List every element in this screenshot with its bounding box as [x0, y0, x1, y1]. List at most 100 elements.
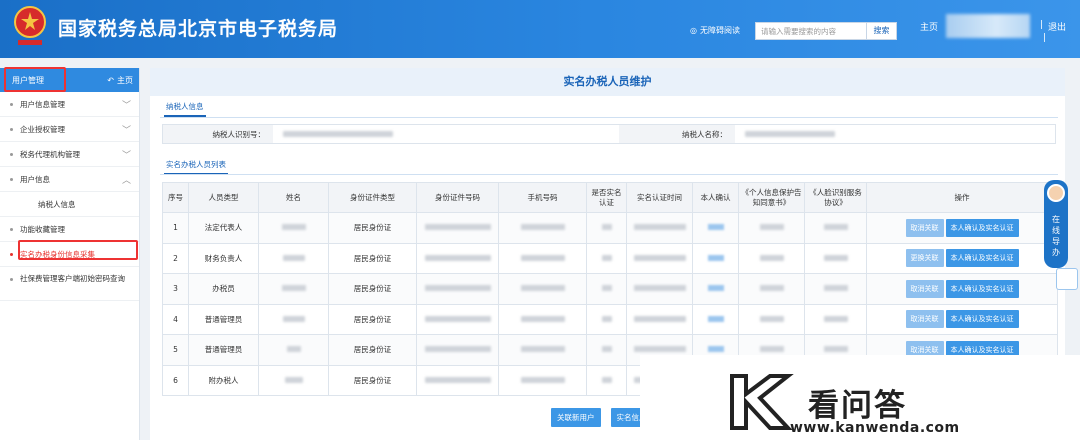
- cell-verified: [586, 273, 627, 305]
- confirm-realname-button[interactable]: 本人确认及实名认证: [945, 218, 1019, 237]
- chevron-down-icon: ﹀: [121, 151, 131, 161]
- cell-id-type: 居民身份证: [328, 334, 417, 366]
- cell-id-number: [416, 334, 499, 366]
- col-header: 操作: [866, 182, 1058, 213]
- unlink-button[interactable]: 取消关联: [905, 218, 944, 237]
- sidebar-item-user-info-mgmt[interactable]: 用户信息管理 ﹀: [0, 92, 139, 117]
- table-header-row: 序号 人员类型 姓名 身份证件类型 身份证件号码 手机号码 是否实名认证 实名认…: [162, 182, 1058, 213]
- guide-avatar-icon: [1047, 184, 1065, 202]
- col-header: 身份证件号码: [416, 182, 499, 213]
- sidebar-item-favorites[interactable]: 功能收藏管理: [0, 217, 139, 242]
- cell-actions: 取消关联 本人确认及实名认证: [866, 273, 1058, 305]
- cell-type: 法定代表人: [188, 212, 259, 244]
- cell-name: [258, 334, 329, 366]
- tab-taxpayer-info[interactable]: 纳税人信息: [164, 98, 206, 117]
- sidebar-item-enterprise-auth[interactable]: 企业授权管理 ﹀: [0, 117, 139, 142]
- cell-face-agreement: [804, 242, 867, 274]
- cell-privacy-agreement: [738, 303, 805, 335]
- cell-verify-time: [626, 212, 693, 244]
- col-header: 序号: [162, 182, 189, 213]
- bullet-icon: [10, 128, 13, 131]
- sidebar-item-label: 税务代理机构管理: [20, 149, 80, 159]
- cell-verify-time: [626, 273, 693, 305]
- online-guide-label: 在线导办: [1052, 215, 1060, 257]
- taxpayer-id-label: 纳税人识别号：: [163, 125, 273, 143]
- separator: |: [1040, 20, 1044, 30]
- sidebar-item-user-info[interactable]: 用户信息 ︿: [0, 167, 139, 192]
- col-header: 实名认证时间: [626, 182, 693, 213]
- top-header: 国家税务总局北京市电子税务局 ◎ 无障碍阅读 请输入需要搜索的内容 搜索 主页 …: [0, 0, 1080, 58]
- bullet-icon: [10, 253, 13, 256]
- sidebar-home-link[interactable]: ↶ 主页: [107, 75, 133, 86]
- cell-face-agreement: [804, 212, 867, 244]
- cell-self-confirm: [692, 242, 739, 274]
- cell-verified: [586, 334, 627, 366]
- confirm-realname-button[interactable]: 本人确认及实名认证: [945, 249, 1019, 268]
- accessibility-label: 无障碍阅读: [699, 26, 740, 35]
- unlink-button[interactable]: 更换关联: [905, 249, 944, 268]
- sidebar-item-label: 企业授权管理: [20, 124, 65, 134]
- user-name-blurred: [946, 14, 1030, 38]
- col-header: 本人确认: [692, 182, 739, 213]
- cell-verify-time: [626, 242, 693, 274]
- confirm-realname-button[interactable]: 本人确认及实名认证: [945, 279, 1019, 298]
- kanwenda-logo-icon: [730, 374, 794, 430]
- confirm-realname-button[interactable]: 本人确认及实名认证: [945, 310, 1019, 329]
- cell-type: 普通管理员: [188, 334, 259, 366]
- page-title: 实名办税人员维护: [150, 68, 1065, 96]
- sidebar-item-agency-mgmt[interactable]: 税务代理机构管理 ﹀: [0, 142, 139, 167]
- customer-service-icon[interactable]: [1056, 268, 1078, 290]
- back-arrow-icon: ↶: [107, 75, 114, 85]
- search-button[interactable]: 搜索: [867, 22, 897, 40]
- watermark-url: www.kanwenda.com: [790, 420, 960, 436]
- cell-type: 办税员: [188, 273, 259, 305]
- cell-verify-time: [626, 303, 693, 335]
- cell-id-type: 居民身份证: [328, 212, 417, 244]
- cell-id-number: [416, 242, 499, 274]
- table-row: 2 财务负责人 居民身份证 更换关联 本人确认及实名认证: [162, 242, 1058, 274]
- cell-privacy-agreement: [738, 242, 805, 274]
- cell-type: 普通管理员: [188, 303, 259, 335]
- accessibility-link[interactable]: ◎ 无障碍阅读: [690, 25, 740, 36]
- taxpayer-info-row: 纳税人识别号： 纳税人名称：: [162, 124, 1056, 144]
- sidebar-subitem-taxpayer-info[interactable]: 纳税人信息: [0, 192, 139, 217]
- divider: [160, 117, 1058, 118]
- cell-phone: [498, 212, 587, 244]
- search-input[interactable]: 请输入需要搜索的内容: [755, 22, 867, 40]
- cell-verified: [586, 242, 627, 274]
- logout-link[interactable]: 退出: [1048, 20, 1066, 33]
- sidebar-item-label: 社保费管理客户端初始密码查询: [20, 274, 125, 283]
- divider: [160, 174, 1058, 175]
- cell-name: [258, 242, 329, 274]
- bullet-icon: [10, 153, 13, 156]
- bullet-icon: [10, 228, 13, 231]
- bullet-icon: [10, 103, 13, 106]
- unlink-button[interactable]: 取消关联: [905, 310, 944, 329]
- col-header: 手机号码: [498, 182, 587, 213]
- cell-phone: [498, 334, 587, 366]
- highlight-box: [18, 240, 138, 260]
- chevron-down-icon: ﹀: [121, 126, 131, 136]
- cell-no: 1: [162, 212, 189, 244]
- cell-self-confirm: [692, 273, 739, 305]
- link-new-user-button[interactable]: 关联新用户: [551, 408, 601, 427]
- cell-id-type: 居民身份证: [328, 273, 417, 305]
- sidebar-item-social-security-password[interactable]: 社保费管理客户端初始密码查询: [0, 267, 139, 301]
- cell-face-agreement: [804, 303, 867, 335]
- cell-actions: 取消关联 本人确认及实名认证: [866, 212, 1058, 244]
- col-header: 是否实名认证: [586, 182, 627, 213]
- cell-self-confirm: [692, 212, 739, 244]
- tab-realname-list[interactable]: 实名办税人员列表: [164, 156, 228, 175]
- cell-verified: [586, 212, 627, 244]
- cell-id-number: [416, 212, 499, 244]
- chevron-down-icon: ﹀: [121, 101, 131, 111]
- bullet-icon: [10, 278, 13, 281]
- col-header: 人员类型: [188, 182, 259, 213]
- cell-no: 3: [162, 273, 189, 305]
- unlink-button[interactable]: 取消关联: [905, 279, 944, 298]
- chevron-up-icon: ︿: [121, 176, 131, 186]
- taxpayer-name-label: 纳税人名称：: [619, 125, 735, 143]
- taxpayer-name-value: [735, 125, 1055, 143]
- cell-verified: [586, 364, 627, 396]
- home-link[interactable]: 主页: [920, 20, 938, 33]
